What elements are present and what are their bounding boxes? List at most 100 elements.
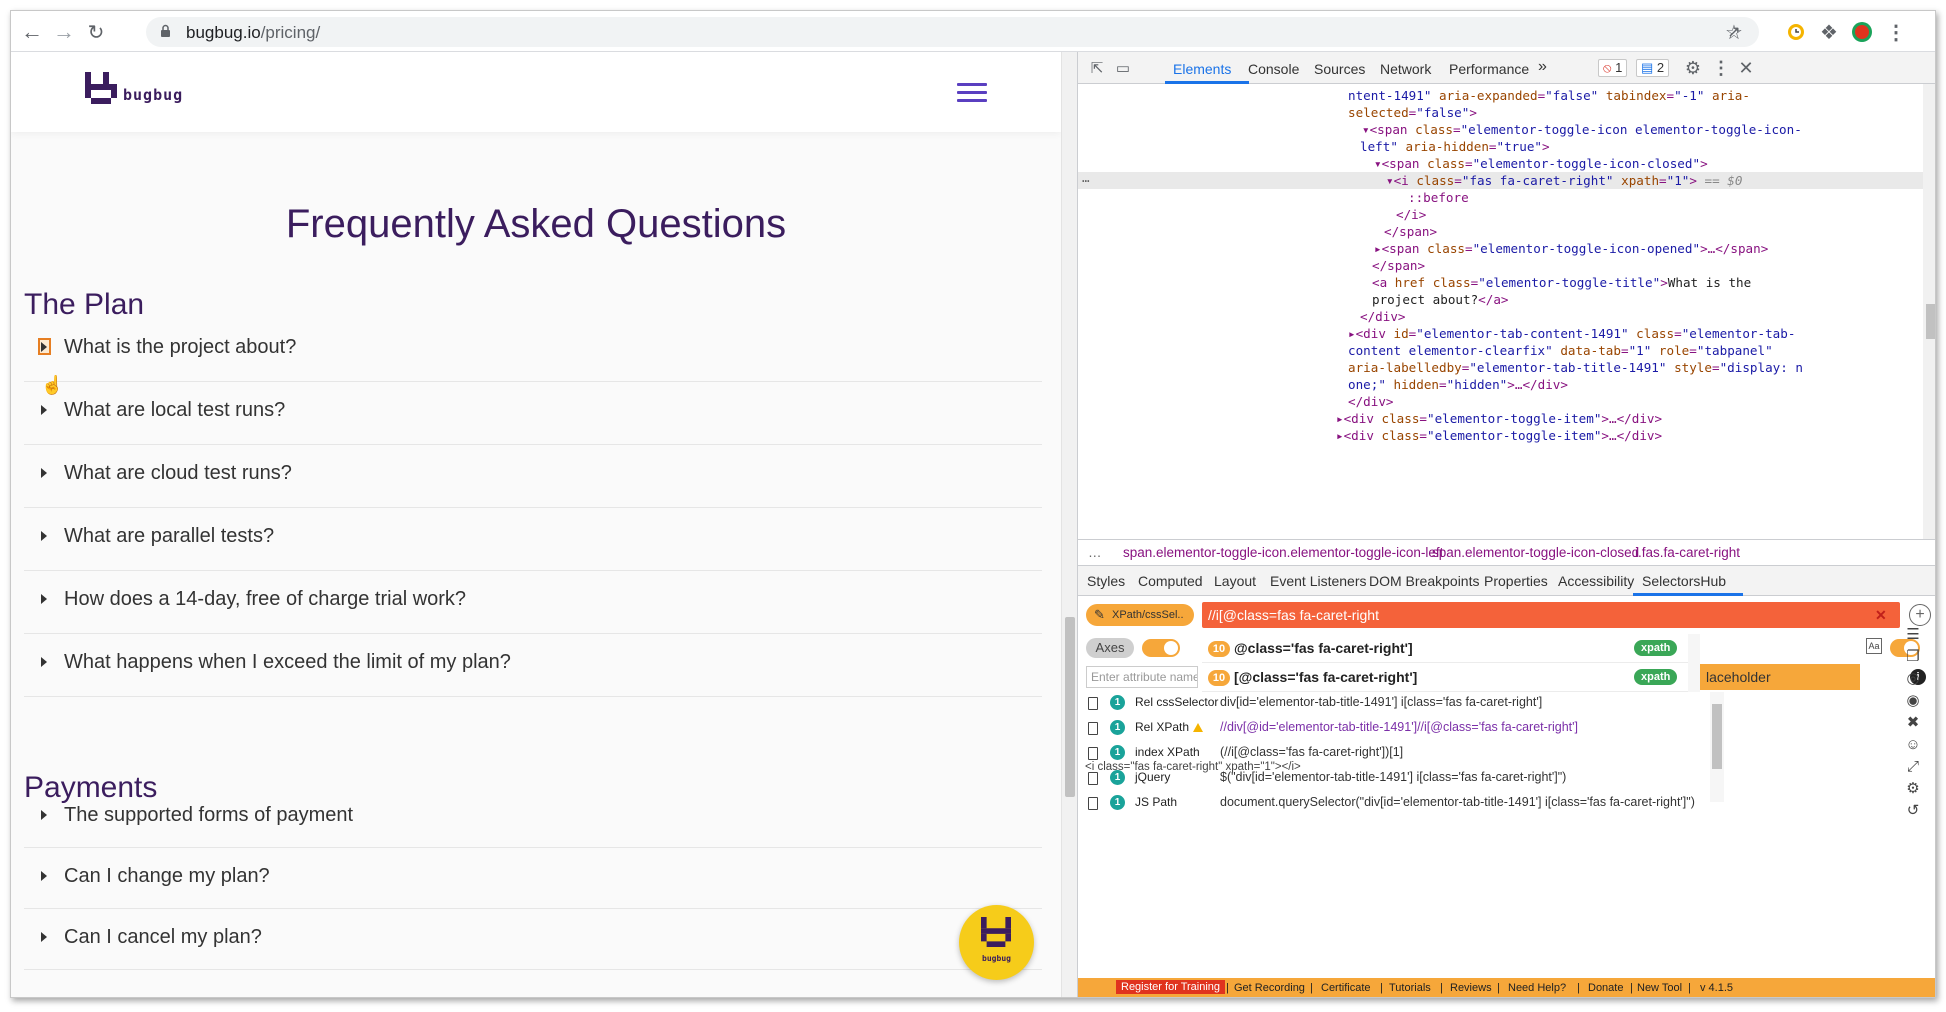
tutorials-link[interactable]: Tutorials (1389, 982, 1431, 994)
close-devtools-icon[interactable]: ✕ (1733, 55, 1759, 81)
selector-value[interactable]: div[id='elementor-tab-title-1491'] i[cla… (1220, 695, 1542, 709)
dom-line[interactable]: <a href class="elementor-toggle-title">W… (1372, 274, 1751, 291)
dom-line[interactable]: selected="false"> (1348, 104, 1477, 121)
bugbug-chat-button[interactable]: bugbug (959, 905, 1034, 980)
suggestions-scrollbar[interactable] (1688, 634, 1700, 692)
back-icon[interactable]: ← (19, 19, 45, 45)
dom-line[interactable]: ▸<div class="elementor-toggle-item">…</d… (1336, 427, 1662, 444)
axes-toggle[interactable] (1142, 639, 1180, 657)
certificate-link[interactable]: Certificate (1321, 982, 1371, 994)
subtab-styles[interactable]: Styles (1087, 573, 1125, 589)
results-scrollbar[interactable] (1710, 692, 1724, 802)
dom-line[interactable]: one;" hidden="hidden">…</div> (1348, 376, 1568, 393)
faq-item[interactable]: What are parallel tests? (24, 508, 1042, 571)
copy-icon[interactable] (1088, 772, 1098, 785)
dom-line[interactable]: project about?</a> (1372, 291, 1509, 308)
forward-icon[interactable]: → (51, 19, 77, 45)
tab-console[interactable]: Console (1248, 61, 1299, 77)
placeholder-field[interactable]: laceholder (1700, 664, 1860, 690)
dom-tree[interactable]: ntent-1491" aria-expanded="false" tabind… (1078, 84, 1935, 539)
dom-line[interactable]: aria-labelledby="elementor-tab-title-149… (1348, 359, 1803, 376)
faq-item[interactable]: Can I cancel my plan? (24, 909, 1042, 970)
devtools-menu-icon[interactable]: ⋮ (1708, 55, 1734, 81)
dom-line[interactable]: </span> (1372, 257, 1425, 274)
message-count-badge[interactable]: ▤ 2 (1636, 59, 1670, 77)
dom-line[interactable]: ntent-1491" aria-expanded="false" tabind… (1348, 87, 1750, 104)
faq-item[interactable]: The supported forms of payment (24, 787, 1042, 848)
hamburger-menu-icon[interactable] (957, 83, 987, 103)
dom-line[interactable]: ▸<span class="elementor-toggle-icon-open… (1374, 240, 1768, 257)
expand-icon[interactable]: ⤢ (1904, 758, 1922, 776)
dom-line[interactable]: </div> (1360, 308, 1406, 325)
copy-icon[interactable] (1088, 722, 1098, 735)
gear-icon[interactable]: ⚙ (1904, 780, 1922, 798)
subtab-computed[interactable]: Computed (1138, 573, 1203, 589)
dom-line[interactable]: ▸<div id="elementor-tab-content-1491" cl… (1348, 325, 1795, 342)
faq-item[interactable]: What are local test runs? (24, 382, 1042, 445)
dom-line[interactable]: ▾<span class="elementor-toggle-icon elem… (1362, 121, 1802, 138)
tab-performance[interactable]: Performance (1449, 61, 1529, 77)
extensions-puzzle-icon[interactable]: ❖ (1816, 19, 1842, 45)
subtab-properties[interactable]: Properties (1484, 573, 1548, 589)
dom-scrollbar[interactable] (1923, 84, 1935, 539)
extension-clock-icon[interactable] (1783, 19, 1809, 45)
page-scrollbar[interactable] (1061, 52, 1077, 997)
device-toolbar-icon[interactable]: ▭ (1110, 55, 1136, 81)
case-toggle-icon[interactable]: Aa (1866, 638, 1882, 654)
reload-icon[interactable]: ↻ (83, 19, 109, 45)
breadcrumb-item[interactable]: i.fas.fa-caret-right (1635, 545, 1740, 560)
need-help-link[interactable]: Need Help? (1508, 982, 1566, 994)
selector-value[interactable]: document.querySelector("div[id='elemento… (1220, 795, 1695, 809)
tab-elements[interactable]: Elements (1173, 61, 1231, 77)
faq-item[interactable]: How does a 14-day, free of charge trial … (24, 571, 1042, 634)
dom-line[interactable]: ▾<span class="elementor-toggle-icon-clos… (1374, 155, 1708, 172)
inspect-element-icon[interactable]: ⇱ (1084, 55, 1110, 81)
faq-item[interactable]: What happens when I exceed the limit of … (24, 634, 1042, 697)
dom-scrollbar-thumb[interactable] (1926, 304, 1935, 339)
subtab-accessibility[interactable]: Accessibility (1558, 573, 1634, 589)
axes-button[interactable]: Axes (1086, 638, 1134, 658)
dom-line[interactable]: ▸<div class="elementor-toggle-item">…</d… (1336, 410, 1662, 427)
subtab-dom-breakpoints[interactable]: DOM Breakpoints (1369, 573, 1479, 589)
dom-line[interactable]: </i> (1396, 206, 1426, 223)
tools-icon[interactable]: ✖ (1904, 714, 1922, 732)
history-icon[interactable]: ↺ (1904, 802, 1922, 820)
dom-line[interactable]: content elementor-clearfix" data-tab="1"… (1348, 342, 1773, 359)
reviews-link[interactable]: Reviews (1450, 982, 1492, 994)
smiley-icon[interactable]: ☺ (1904, 736, 1922, 754)
tab-sources[interactable]: Sources (1314, 61, 1365, 77)
add-selector-icon[interactable]: + (1909, 604, 1931, 626)
clear-query-icon[interactable]: ✕ (1875, 602, 1887, 628)
results-scrollbar-thumb[interactable] (1712, 704, 1722, 769)
page-scrollbar-thumb[interactable] (1065, 617, 1075, 797)
target-icon[interactable]: ◎ (1904, 670, 1922, 688)
selector-value[interactable]: (//i[@class='fas fa-caret-right'])[1] (1220, 745, 1403, 759)
address-bar[interactable]: bugbug.io/pricing/ ↗ (146, 17, 1759, 47)
sliders-icon[interactable]: ☰ (1904, 626, 1922, 644)
suggestion-item[interactable]: 10 @class='fas fa-caret-right'] xpath (1202, 634, 1688, 663)
copy-icon[interactable] (1088, 797, 1098, 810)
more-tabs-icon[interactable]: » (1538, 58, 1547, 76)
dom-ellipsis-icon[interactable]: ⋯ (1082, 172, 1090, 189)
copy-all-icon[interactable]: ❐ (1904, 648, 1922, 666)
dom-line[interactable]: left" aria-hidden="true"> (1360, 138, 1550, 155)
selector-query-input[interactable]: //i[@class=fas fa-caret-right (1202, 602, 1900, 628)
subtab-layout[interactable]: Layout (1214, 573, 1256, 589)
tab-network[interactable]: Network (1380, 61, 1431, 77)
settings-gear-icon[interactable]: ⚙ (1680, 55, 1706, 81)
selector-value[interactable]: //div[@id='elementor-tab-title-1491']//i… (1220, 720, 1578, 734)
eye-settings-icon[interactable]: ◉ (1904, 692, 1922, 710)
breadcrumb-ellipsis[interactable]: … (1088, 545, 1102, 560)
dom-line[interactable]: ::before (1408, 189, 1469, 206)
get-recording-link[interactable]: Get Recording (1234, 982, 1305, 994)
error-count-badge[interactable]: ⦸ 1 (1598, 59, 1628, 77)
selector-mode-button[interactable]: ✎ XPath/cssSel.. (1086, 604, 1194, 626)
breadcrumb-item[interactable]: span.elementor-toggle-icon.elementor-tog… (1123, 545, 1443, 560)
dom-line[interactable]: </div> (1348, 393, 1394, 410)
faq-item[interactable]: What are cloud test runs? (24, 445, 1042, 508)
faq-item[interactable]: What is the project about? (24, 319, 1042, 382)
faq-item[interactable]: Can I change my plan? (24, 848, 1042, 909)
breadcrumb-item[interactable]: span.elementor-toggle-icon-closed (1432, 545, 1639, 560)
profile-avatar[interactable] (1849, 19, 1875, 45)
register-training-link[interactable]: Register for Training (1116, 980, 1226, 994)
